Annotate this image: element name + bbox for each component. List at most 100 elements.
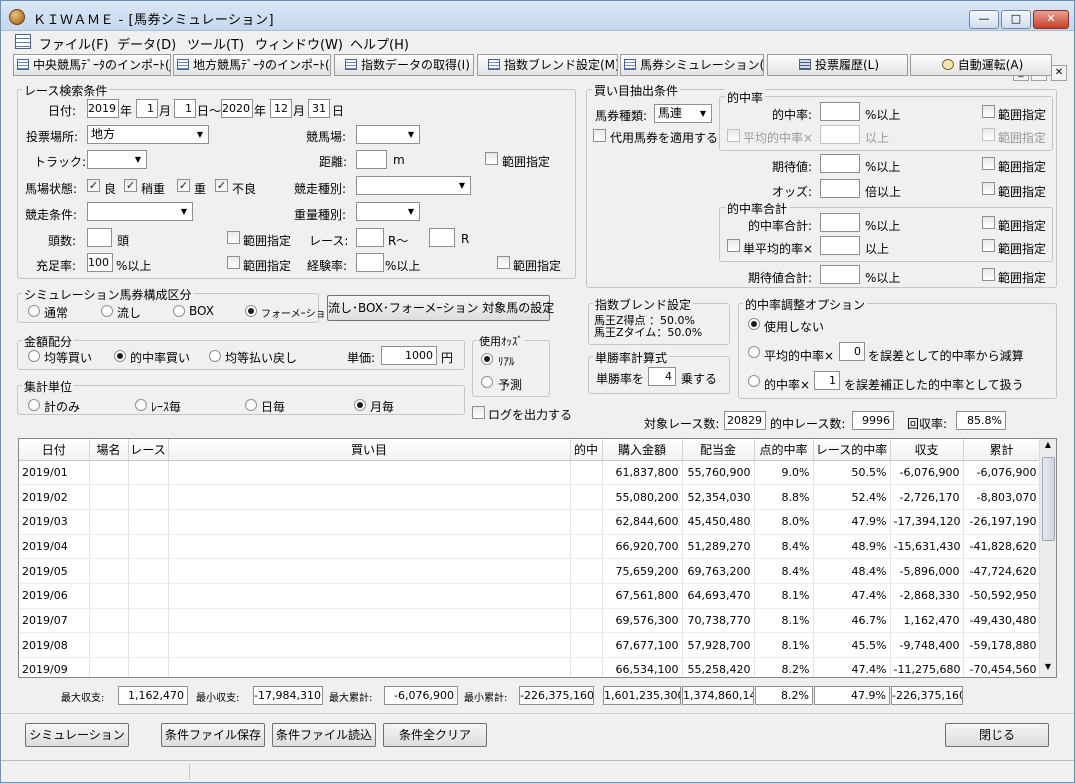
start-day-input[interactable]: 1 <box>174 99 196 118</box>
odds-predict-radio[interactable] <box>481 376 493 388</box>
heads-input[interactable] <box>87 228 112 247</box>
results-grid[interactable]: 日付 場名 レース 買い目 的中 購入金額 配当金 点的中率 レース的中率 収支… <box>18 438 1057 678</box>
start-month-input[interactable]: 1 <box>136 99 158 118</box>
race-condition-select[interactable]: ▼ <box>87 202 193 221</box>
col-balance-header[interactable]: 収支 <box>890 439 964 461</box>
target-horse-button[interactable]: 流し･BOX･フォーメｰション 対象馬の設定 <box>327 295 554 321</box>
vote-history-button[interactable]: 投票履歴(L) <box>767 54 908 76</box>
minimize-button[interactable]: — <box>969 10 999 29</box>
ev-sum-input[interactable] <box>820 265 860 284</box>
table-row[interactable]: 2019/04 66,920,700 51,289,270 8.4% 48.9% -15,… <box>19 534 1041 560</box>
track-select[interactable]: ▼ <box>87 150 147 169</box>
distance-range-checkbox[interactable] <box>485 152 498 165</box>
col-payout-header[interactable]: 配当金 <box>682 439 755 461</box>
agg-total-radio[interactable] <box>28 399 40 411</box>
bet-kind-select[interactable]: 馬連 ▼ <box>654 104 712 123</box>
agg-race-radio[interactable] <box>135 399 147 411</box>
ev-sum-range-checkbox[interactable] <box>982 268 995 281</box>
load-condition-button[interactable]: 条件ファイル読込 <box>272 723 376 747</box>
import-jra-button[interactable]: 中央競馬ﾃﾞｰﾀのインポｰﾄ(J) <box>13 54 171 76</box>
simulate-button[interactable]: シミュレーション <box>25 723 129 747</box>
unit-price-input[interactable]: 1000 <box>381 346 437 365</box>
save-condition-button[interactable]: 条件ファイル保存 <box>161 723 265 747</box>
adjust-correct-radio[interactable] <box>748 375 760 387</box>
single-avg-checkbox[interactable] <box>727 239 740 252</box>
odds-real-radio[interactable] <box>481 353 493 365</box>
odds-input[interactable] <box>820 179 860 198</box>
title-bar[interactable]: ＫＩＷＡＭＥ - [馬券シミュレーション] — □ ✕ <box>1 1 1074 31</box>
experience-range-checkbox[interactable] <box>497 256 510 269</box>
col-venue-header[interactable]: 場名 <box>89 439 129 461</box>
end-month-input[interactable]: 12 <box>270 99 292 118</box>
avg-hit-checkbox[interactable] <box>727 129 740 142</box>
menu-help[interactable]: ヘルプ(H) <box>350 34 409 53</box>
auto-run-button[interactable]: 自動運転(A) <box>910 54 1052 76</box>
menu-data[interactable]: データ(D) <box>117 34 176 53</box>
win-rate-power-input[interactable]: 4 <box>648 367 676 386</box>
close-window-button[interactable]: ✕ <box>1033 10 1069 29</box>
sim-nagashi-radio[interactable] <box>101 305 113 317</box>
col-hit-header[interactable]: 的中 <box>570 439 603 461</box>
venue-select[interactable]: 地方 ▼ <box>87 125 209 144</box>
menu-window[interactable]: ウィンドウ(W) <box>255 34 343 53</box>
table-row[interactable]: 2019/09 66,534,100 55,258,420 8.2% 47.4% -11,… <box>19 657 1041 677</box>
col-purchase-header[interactable]: 購入金額 <box>602 439 683 461</box>
expected-value-input[interactable] <box>820 154 860 173</box>
scroll-down-arrow-icon[interactable]: ▼ <box>1042 662 1054 675</box>
adjust-none-radio[interactable] <box>748 318 760 330</box>
clear-condition-button[interactable]: 条件全クリア <box>383 723 487 747</box>
fill-range-checkbox[interactable] <box>227 256 240 269</box>
import-nar-button[interactable]: 地方競馬ﾃﾞｰﾀのインポｰﾄ(N) <box>173 54 331 76</box>
cond-slightly-heavy-checkbox[interactable]: ✓ <box>124 179 137 192</box>
table-row[interactable]: 2019/01 61,837,800 55,760,900 9.0% 50.5% -6,0… <box>19 460 1041 486</box>
table-row[interactable]: 2019/05 75,659,200 69,763,200 8.4% 48.4% -5,8… <box>19 558 1041 584</box>
adjust-correct-input[interactable]: 1 <box>814 371 840 390</box>
start-year-input[interactable]: 2019 <box>87 99 119 118</box>
single-avg-range-checkbox[interactable] <box>982 239 995 252</box>
alloc-equal-radio[interactable] <box>28 350 40 362</box>
menu-tools[interactable]: ツール(T) <box>187 34 244 53</box>
agg-month-radio[interactable] <box>354 399 366 411</box>
avg-hit-input[interactable] <box>820 125 860 144</box>
table-row[interactable]: 2019/07 69,576,300 70,738,770 8.1% 46.7% 1,16… <box>19 608 1041 634</box>
course-select[interactable]: ▼ <box>356 125 420 144</box>
cond-heavy-checkbox[interactable]: ✓ <box>177 179 190 192</box>
ev-range-checkbox[interactable] <box>982 157 995 170</box>
odds-range-checkbox[interactable] <box>982 182 995 195</box>
hit-rate-input[interactable] <box>820 102 860 121</box>
sim-formation-radio[interactable] <box>245 305 257 317</box>
avg-hit-range-checkbox[interactable] <box>982 128 995 141</box>
race-to-input[interactable] <box>429 228 455 247</box>
sim-normal-radio[interactable] <box>28 305 40 317</box>
close-button[interactable]: 閉じる <box>945 723 1049 747</box>
alloc-equal-payout-radio[interactable] <box>209 350 221 362</box>
alloc-hit-rate-radio[interactable] <box>114 350 126 362</box>
fetch-index-button[interactable]: 指数データの取得(I) <box>334 54 474 76</box>
col-cumulative-header[interactable]: 累計 <box>963 439 1041 461</box>
maximize-button[interactable]: □ <box>1001 10 1031 29</box>
heads-range-checkbox[interactable] <box>227 231 240 244</box>
grid-vertical-scrollbar[interactable]: ▲ ▼ <box>1039 439 1056 677</box>
table-row[interactable]: 2019/03 62,844,600 45,450,480 8.0% 47.9% -17,… <box>19 509 1041 535</box>
table-row[interactable]: 2019/02 55,080,200 52,354,030 8.8% 52.4% -2,7… <box>19 484 1041 510</box>
substitute-checkbox[interactable] <box>593 129 606 142</box>
output-log-checkbox[interactable] <box>472 406 485 419</box>
blend-setting-button[interactable]: 指数ブレンド設定(M) <box>477 54 618 76</box>
col-point-hit-header[interactable]: 点的中率 <box>754 439 814 461</box>
race-type-select[interactable]: ▼ <box>356 176 471 195</box>
adjust-subtract-input[interactable]: 0 <box>839 342 865 361</box>
menu-file[interactable]: ファイル(F) <box>39 34 109 53</box>
hit-rate-range-checkbox[interactable] <box>982 105 995 118</box>
hit-sum-input[interactable] <box>820 213 860 232</box>
cond-good-checkbox[interactable]: ✓ <box>87 179 100 192</box>
scrollbar-thumb[interactable] <box>1042 457 1055 541</box>
adjust-subtract-radio[interactable] <box>748 346 760 358</box>
cond-bad-checkbox[interactable]: ✓ <box>215 179 228 192</box>
bet-simulation-button[interactable]: 馬券シミュレーション(B) <box>620 54 764 76</box>
weight-type-select[interactable]: ▼ <box>356 202 420 221</box>
col-bet-header[interactable]: 買い目 <box>168 439 571 461</box>
end-day-input[interactable]: 31 <box>308 99 330 118</box>
end-year-input[interactable]: 2020 <box>221 99 253 118</box>
agg-day-radio[interactable] <box>245 399 257 411</box>
single-avg-input[interactable] <box>820 236 860 255</box>
